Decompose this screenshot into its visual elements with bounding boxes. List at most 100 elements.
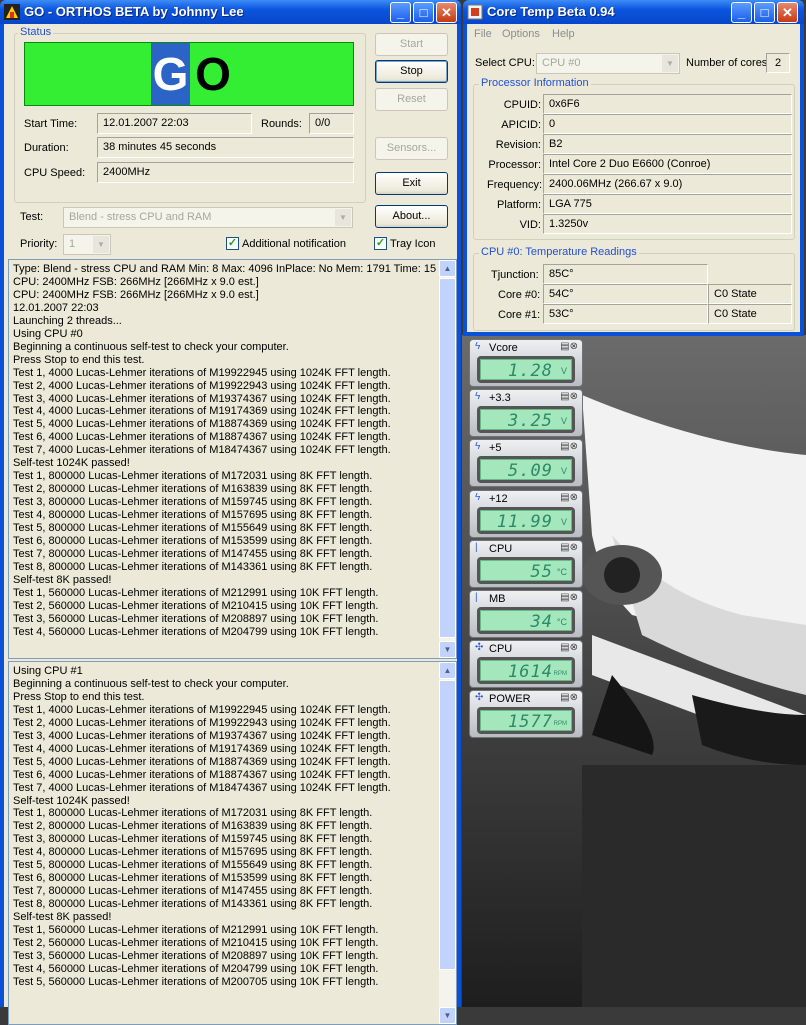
gadget-value: 1577 [508, 712, 553, 733]
log-line: Test 5, 4000 Lucas-Lehmer iterations of … [13, 755, 391, 768]
sensor-gadget[interactable]: | MB ▤⊗ 34 °C [469, 590, 583, 638]
select-cpu-dropdown[interactable]: CPU #0 ▼ [536, 53, 680, 74]
sensor-gadget[interactable]: ϟ +3.3 ▤⊗ 3.25 V [469, 389, 583, 438]
gadget-display: 1.28 V [477, 356, 575, 383]
log-line: 12.01.2007 22:03 [13, 301, 99, 314]
stop-button[interactable]: Stop [375, 60, 448, 83]
chevron-down-icon[interactable]: ▼ [93, 236, 109, 253]
sensor-gadget[interactable]: | CPU ▤⊗ 55 °C [469, 539, 583, 588]
log-line: Test 1, 800000 Lucas-Lehmer iterations o… [13, 807, 373, 820]
scroll-up-icon[interactable]: ▲ [439, 260, 456, 277]
gadget-value: 55 [530, 561, 553, 582]
log-line: Press Stop to end this test. [13, 353, 145, 366]
additional-notification-label[interactable]: Additional notification [242, 238, 346, 250]
log-line: Test 5, 800000 Lucas-Lehmer iterations o… [13, 859, 373, 872]
test-select[interactable]: Blend - stress CPU and RAM ▼ [63, 207, 353, 228]
gadget-settings-icon[interactable]: ▤⊗ [560, 441, 578, 452]
log-line: Test 3, 560000 Lucas-Lehmer iterations o… [13, 612, 379, 625]
menu-options[interactable]: Options [502, 28, 540, 40]
log-line: Test 3, 4000 Lucas-Lehmer iterations of … [13, 392, 391, 405]
gadget-display: 55 °C [477, 556, 575, 584]
menu-file[interactable]: File [474, 28, 492, 40]
tray-icon-checkbox[interactable]: ✓ [374, 237, 387, 250]
gadget-settings-icon[interactable]: ▤⊗ [560, 492, 578, 503]
info-value: 2400.06MHz (266.67 x 9.0) [543, 174, 792, 194]
sensor-gadget[interactable]: ϟ +5 ▤⊗ 5.09 V [469, 439, 583, 488]
gadget-unit: °C [556, 566, 567, 577]
select-cpu-label: Select CPU: [475, 57, 535, 69]
tjunction-label: Tjunction: [491, 269, 539, 281]
cpu-speed-field: 2400MHz [97, 162, 354, 183]
cpu0-log[interactable]: Type: Blend - stress CPU and RAM Min: 8 … [8, 259, 457, 659]
priority-select[interactable]: 1 ▼ [63, 234, 111, 255]
info-label: Revision: [495, 139, 541, 151]
gadget-unit: V [560, 516, 567, 527]
cpu0-log-scrollbar[interactable]: ▲ ▼ [439, 260, 456, 658]
gadget-display: 5.09 V [477, 456, 575, 484]
cpu1-log[interactable]: Using CPU #1 Beginning a continuous self-… [8, 661, 457, 1025]
lightning-icon: ϟ [475, 441, 481, 453]
reset-button[interactable]: Reset [375, 88, 448, 111]
sensor-gadget[interactable]: ✣ POWER ▤⊗ 1577 RPM [469, 690, 583, 739]
orthos-window: GO - ORTHOS BETA by Johnny Lee _ □ ✕ Sta… [0, 0, 461, 1025]
gadget-settings-icon[interactable]: ▤⊗ [560, 341, 578, 352]
gadget-settings-icon[interactable]: ▤⊗ [560, 592, 578, 603]
maximize-icon[interactable]: □ [754, 2, 775, 23]
close-icon[interactable]: ✕ [777, 2, 798, 23]
scroll-down-icon[interactable]: ▼ [439, 641, 456, 658]
scroll-thumb[interactable] [439, 278, 456, 638]
processor-info-title: Processor Information [479, 77, 591, 89]
duration-label: Duration: [24, 142, 69, 154]
log-line: Test 8, 800000 Lucas-Lehmer iterations o… [13, 560, 373, 573]
gadget-header: | MB ▤⊗ [472, 592, 580, 606]
rounds-label: Rounds: [261, 118, 302, 130]
chevron-down-icon[interactable]: ▼ [335, 209, 351, 226]
log-line: Test 3, 800000 Lucas-Lehmer iterations o… [13, 833, 373, 846]
log-line: Test 1, 4000 Lucas-Lehmer iterations of … [13, 703, 391, 716]
num-cores-field: 2 [766, 53, 790, 73]
info-value: LGA 775 [543, 194, 792, 214]
log-line: Test 2, 4000 Lucas-Lehmer iterations of … [13, 379, 391, 392]
scroll-down-icon[interactable]: ▼ [439, 1007, 456, 1024]
gadget-settings-icon[interactable]: ▤⊗ [560, 642, 578, 653]
log-line: Test 1, 560000 Lucas-Lehmer iterations o… [13, 586, 379, 599]
gadget-settings-icon[interactable]: ▤⊗ [560, 391, 578, 402]
orthos-titlebar[interactable]: GO - ORTHOS BETA by Johnny Lee _ □ ✕ [0, 0, 461, 24]
maximize-icon[interactable]: □ [413, 2, 434, 23]
sensor-gadget[interactable]: ✣ CPU ▤⊗ 1614 RPM [469, 640, 583, 689]
minimize-icon[interactable]: _ [731, 2, 752, 23]
sensors-button[interactable]: Sensors... [375, 137, 448, 160]
about-button[interactable]: About... [375, 205, 448, 228]
gadget-name: POWER [489, 693, 531, 706]
gadget-display: 1577 RPM [477, 707, 575, 735]
additional-notification-checkbox[interactable]: ✓ [226, 237, 239, 250]
gadget-name: CPU [489, 542, 513, 555]
start-time-label: Start Time: [24, 118, 78, 130]
log-line: Test 4, 800000 Lucas-Lehmer iterations o… [13, 509, 373, 522]
cpu1-log-scrollbar[interactable]: ▲ ▼ [439, 662, 456, 1024]
sensor-gadget[interactable]: ϟ +12 ▤⊗ 11.99 V [469, 489, 583, 538]
chevron-down-icon[interactable]: ▼ [662, 55, 678, 72]
coretemp-titlebar[interactable]: Core Temp Beta 0.94 _ □ ✕ [463, 0, 804, 24]
log-line: Test 2, 560000 Lucas-Lehmer iterations o… [13, 599, 379, 612]
menu-help[interactable]: Help [552, 28, 575, 40]
test-label: Test: [20, 211, 44, 223]
duration-field: 38 minutes 45 seconds [97, 137, 354, 158]
log-line: CPU: 2400MHz FSB: 266MHz [266MHz x 9.0 e… [13, 288, 259, 301]
scroll-up-icon[interactable]: ▲ [439, 662, 456, 679]
cpu1-log-text: Using CPU #1 Beginning a continuous self-… [13, 665, 438, 989]
gadget-settings-icon[interactable]: ▤⊗ [560, 692, 578, 703]
exit-button[interactable]: Exit [375, 172, 448, 195]
orthos-app-icon [4, 4, 20, 20]
gadget-settings-icon[interactable]: ▤⊗ [560, 542, 578, 553]
thermometer-icon: | [475, 592, 478, 603]
sensor-gadget[interactable]: ϟ Vcore ▤⊗ 1.28 V [469, 339, 583, 387]
scroll-thumb[interactable] [439, 680, 456, 970]
tray-icon-label[interactable]: Tray Icon [390, 238, 435, 250]
start-button[interactable]: Start [375, 33, 448, 56]
close-icon[interactable]: ✕ [436, 2, 457, 23]
gadget-header: ✣ CPU ▤⊗ [472, 642, 580, 656]
log-line: Beginning a continuous self-test to chec… [13, 340, 289, 353]
lightning-icon: ϟ [475, 391, 481, 403]
minimize-icon[interactable]: _ [390, 2, 411, 23]
